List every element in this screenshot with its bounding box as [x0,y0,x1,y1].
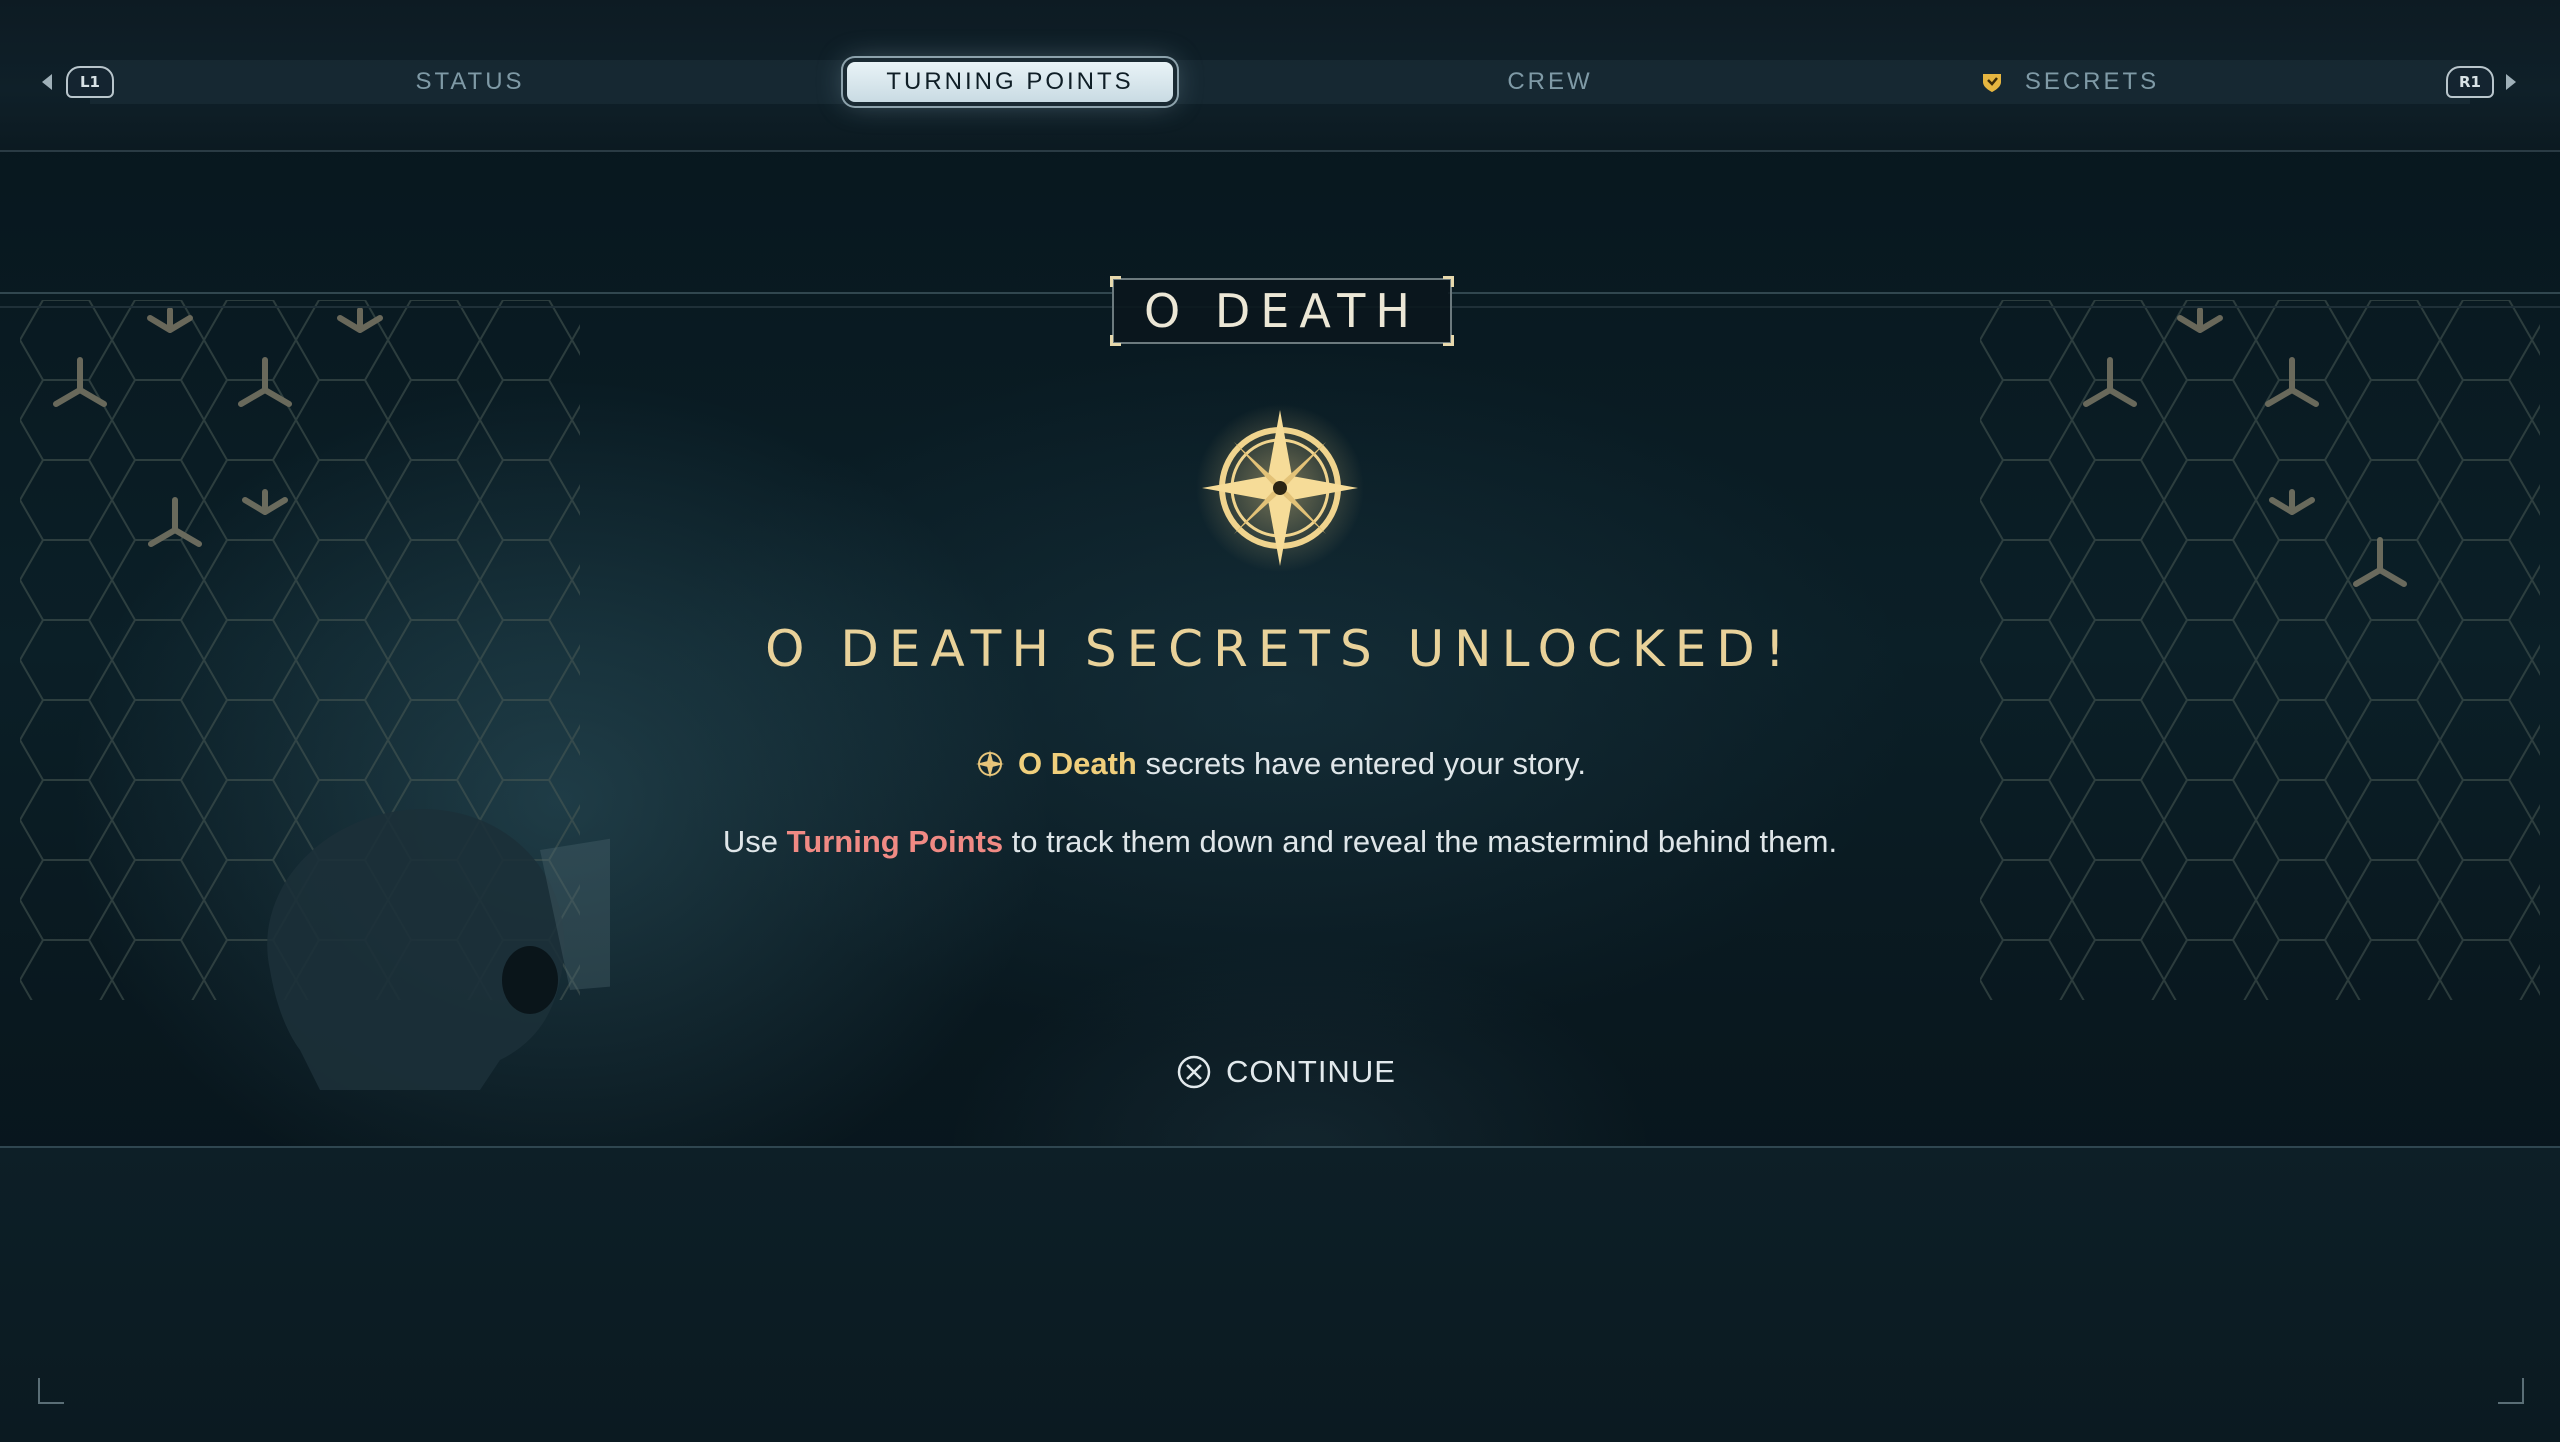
unlock-message: O Death secrets have entered your story. [0,746,2560,782]
corner-accent [1110,276,1121,287]
frame-line-right [1448,292,2560,294]
tab-status[interactable]: STATUS [380,62,560,102]
nav-right-arrow-icon[interactable] [2506,74,2516,90]
tab-secrets[interactable]: SECRETS [1980,62,2160,102]
continue-button[interactable]: CONTINUE [1176,1050,1396,1094]
cross-button-icon [1177,1055,1211,1089]
shield-icon [1982,74,2001,92]
nav-left-arrow-icon[interactable] [42,74,52,90]
corner-accent [1443,276,1454,287]
frame-line-left [0,292,1112,294]
compass-small-icon [976,750,1004,778]
l1-button[interactable]: L1 [66,66,114,98]
tab-turning-points[interactable]: TURNING POINTS [847,62,1173,102]
secret-name-highlight: O Death [1018,746,1137,781]
corner-accent-bottom-left [38,1378,64,1404]
corner-accent-bottom-right [2498,1378,2524,1404]
compass-rose-icon [1196,404,1364,572]
r1-button[interactable]: R1 [2446,66,2494,98]
corner-accent [1110,335,1121,346]
top-nav-bar: L1 STATUS TURNING POINTS CREW SECRETS R1 [0,0,2560,152]
instruction-suffix: to track them down and reveal the master… [1003,824,1838,859]
instruction-message: Use Turning Points to track them down an… [0,824,2560,860]
instruction-prefix: Use [722,824,787,859]
secret-title: O DEATH [1144,284,1420,338]
unlock-message-text: secrets have entered your story. [1136,746,1586,781]
secret-title-box: O DEATH [1110,276,1454,346]
turning-points-highlight: Turning Points [786,824,1004,859]
tab-crew[interactable]: CREW [1480,62,1620,102]
corner-accent [1443,335,1454,346]
continue-label: CONTINUE [1226,1054,1396,1089]
unlock-headline: O DEATH SECRETS UNLOCKED! [765,620,1795,678]
tab-secrets-label: SECRETS [2024,68,2160,95]
bottom-panel [0,1146,2560,1442]
